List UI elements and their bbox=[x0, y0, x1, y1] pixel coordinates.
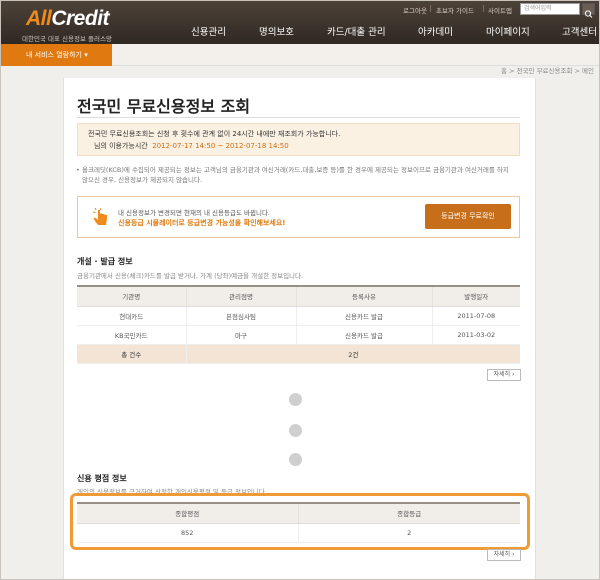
table-row: 현대카드 본점심사팀 신용카드 발급 2011-07-08 bbox=[77, 306, 520, 326]
notice-text: 전국민 무료신용조회는 신청 후 횟수에 관계 없이 24시간 내에만 재조회가… bbox=[88, 130, 341, 138]
table-cell: KB국민카드 bbox=[77, 325, 186, 345]
promo-highlight-text: 신용등급 시뮬레이터로 등급변경 가능성을 확인해보세요! bbox=[118, 219, 286, 227]
available-time: 님의 이용가능시간 2012-07-17 14:50 ~ 2012-07-18 … bbox=[94, 142, 289, 150]
omission-dot bbox=[289, 453, 302, 466]
nav-identity-protection[interactable]: 명의보호 bbox=[259, 24, 294, 38]
total-label: 총 건수 bbox=[77, 344, 186, 364]
util-separator bbox=[430, 5, 431, 12]
score-detail-button[interactable]: 자세히 › bbox=[487, 549, 521, 561]
column-header: 발행일자 bbox=[431, 285, 520, 307]
nav-customer-center[interactable]: 고객센터 bbox=[562, 24, 597, 38]
grade-check-button[interactable]: 등급변경 무료확인 bbox=[425, 204, 511, 229]
column-header: 기관명 bbox=[77, 285, 186, 307]
search-button[interactable] bbox=[582, 3, 595, 18]
table-cell: 현대카드 bbox=[77, 306, 186, 326]
table-cell: 본점심사팀 bbox=[185, 306, 296, 326]
table-row: KB국민카드 마구 신용카드 발급 2011-03-02 bbox=[77, 325, 520, 345]
title-divider bbox=[77, 117, 520, 118]
column-header: 등록사유 bbox=[295, 285, 432, 307]
nav-card-loan-management[interactable]: 카드/대출 관리 bbox=[327, 24, 386, 38]
total-value: 2건 bbox=[185, 344, 520, 364]
grade-simulator-banner: 내 신용정보가 변경되면 현재의 내 신용등급도 바뀝니다. 신용등급 시뮬레이… bbox=[77, 196, 520, 238]
hand-pointer-icon bbox=[92, 207, 107, 225]
table-cell: 신용카드 발급 bbox=[295, 325, 432, 345]
info-text: • 올크레딧(KCB)에 수집되어 제공되는 정보는 고객님의 금융기관과 여신거… bbox=[76, 166, 509, 184]
logo-tagline: 대한민국 대표 신용정보 플러스망 bbox=[22, 35, 112, 43]
my-service-dropdown[interactable]: 내 서비스 열람하기 ▾ bbox=[0, 44, 112, 66]
bullet-icon: • bbox=[76, 166, 80, 174]
table-cell: 신용카드 발급 bbox=[295, 306, 432, 326]
beginner-guide-link[interactable]: 초보자 가이드 bbox=[436, 5, 474, 15]
logout-link[interactable]: 로그아웃 bbox=[403, 5, 427, 15]
notice-box: 전국민 무료신용조회는 신청 후 횟수에 관계 없이 24시간 내에만 재조회가… bbox=[77, 123, 520, 156]
sitemap-link[interactable]: 사이트맵 bbox=[488, 5, 512, 15]
nav-credit-management[interactable]: 신용관리 bbox=[191, 24, 226, 38]
omission-dot bbox=[289, 424, 302, 437]
issue-detail-button[interactable]: 자세히 › bbox=[487, 369, 521, 381]
logo-text: AllCredit bbox=[26, 7, 110, 30]
allcredit-logo[interactable]: AllCredit 대한민국 대표 신용정보 플러스망 bbox=[12, 4, 132, 44]
table-cell: 2011-07-08 bbox=[431, 306, 520, 326]
promo-text: 내 신용정보가 변경되면 현재의 내 신용등급도 바뀝니다. bbox=[118, 209, 271, 217]
available-time-range: 2012-07-17 14:50 ~ 2012-07-18 14:50 bbox=[152, 142, 289, 150]
issue-table: 기관명 관리점명 등록사유 발행일자 현대카드 본점심사팀 신용카드 발급 20… bbox=[77, 285, 520, 364]
table-header-row: 기관명 관리점명 등록사유 발행일자 bbox=[77, 285, 520, 307]
score-section-title: 신용 평점 정보 bbox=[77, 474, 127, 483]
issue-section-desc: 금융기관에서 신용(체크)카드를 발급 받거나, 가계 (당좌)예금을 개설한 … bbox=[77, 272, 304, 280]
breadcrumb: 홈 > 전국민 무료신용조회 > 메인 bbox=[501, 67, 594, 75]
nav-mypage[interactable]: 마이페이지 bbox=[486, 24, 530, 38]
column-header: 관리점명 bbox=[185, 285, 296, 307]
issue-section-title: 개설 · 발급 정보 bbox=[77, 257, 133, 266]
total-row: 총 건수 2건 bbox=[77, 344, 520, 364]
page-title: 전국민 무료신용정보 조회 bbox=[77, 97, 251, 116]
search-icon bbox=[584, 10, 593, 18]
search-input[interactable]: 검색어입력 bbox=[520, 3, 580, 15]
table-cell: 2011-03-02 bbox=[431, 325, 520, 345]
omission-dot bbox=[289, 393, 302, 406]
table-cell: 마구 bbox=[185, 325, 296, 345]
nav-academy[interactable]: 아카데미 bbox=[418, 24, 453, 38]
util-separator bbox=[483, 5, 484, 12]
highlight-box bbox=[70, 493, 530, 550]
